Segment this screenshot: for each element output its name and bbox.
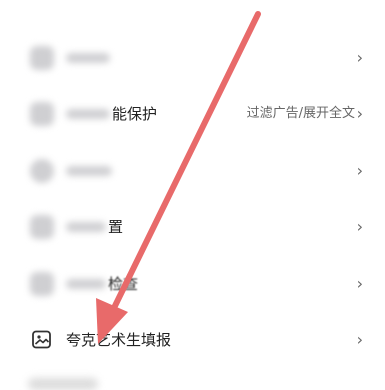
settings-row-1[interactable]: › [0, 38, 385, 78]
settings-row-4[interactable]: 置 › [0, 207, 385, 247]
blurred-icon [30, 159, 54, 183]
settings-row-label: 置 [108, 218, 124, 236]
settings-row-2[interactable]: 能保护 过滤广告/展开全文 › [0, 94, 385, 134]
settings-row-label: 检查 [108, 275, 139, 293]
blurred-label [66, 279, 106, 289]
blurred-icon [30, 215, 54, 239]
chevron-right-icon: › [356, 330, 363, 349]
blurred-label [66, 53, 110, 63]
chevron-right-icon: › [356, 48, 363, 67]
settings-row-3[interactable]: › [0, 151, 385, 191]
settings-row-value: 过滤广告/展开全文 [246, 106, 355, 121]
blurred-label [66, 166, 112, 176]
chevron-right-icon: › [356, 104, 363, 123]
blurred-label [66, 222, 106, 232]
blurred-next-row [28, 378, 98, 390]
settings-list: › 能保护 过滤广告/展开全文 › › 置 › 检查 › 夸克艺术生填报 › [0, 0, 385, 390]
settings-row-label: 能保护 [112, 105, 158, 123]
image-icon [30, 328, 54, 352]
blurred-label [66, 109, 110, 119]
blurred-icon [30, 46, 54, 70]
settings-row-label: 夸克艺术生填报 [66, 331, 172, 349]
blurred-icon [30, 272, 54, 296]
settings-row-5[interactable]: 检查 › [0, 264, 385, 304]
settings-row-art-student-application[interactable]: 夸克艺术生填报 › [0, 320, 385, 360]
blurred-icon [30, 102, 54, 126]
chevron-right-icon: › [356, 274, 363, 293]
chevron-right-icon: › [356, 217, 363, 236]
chevron-right-icon: › [356, 161, 363, 180]
